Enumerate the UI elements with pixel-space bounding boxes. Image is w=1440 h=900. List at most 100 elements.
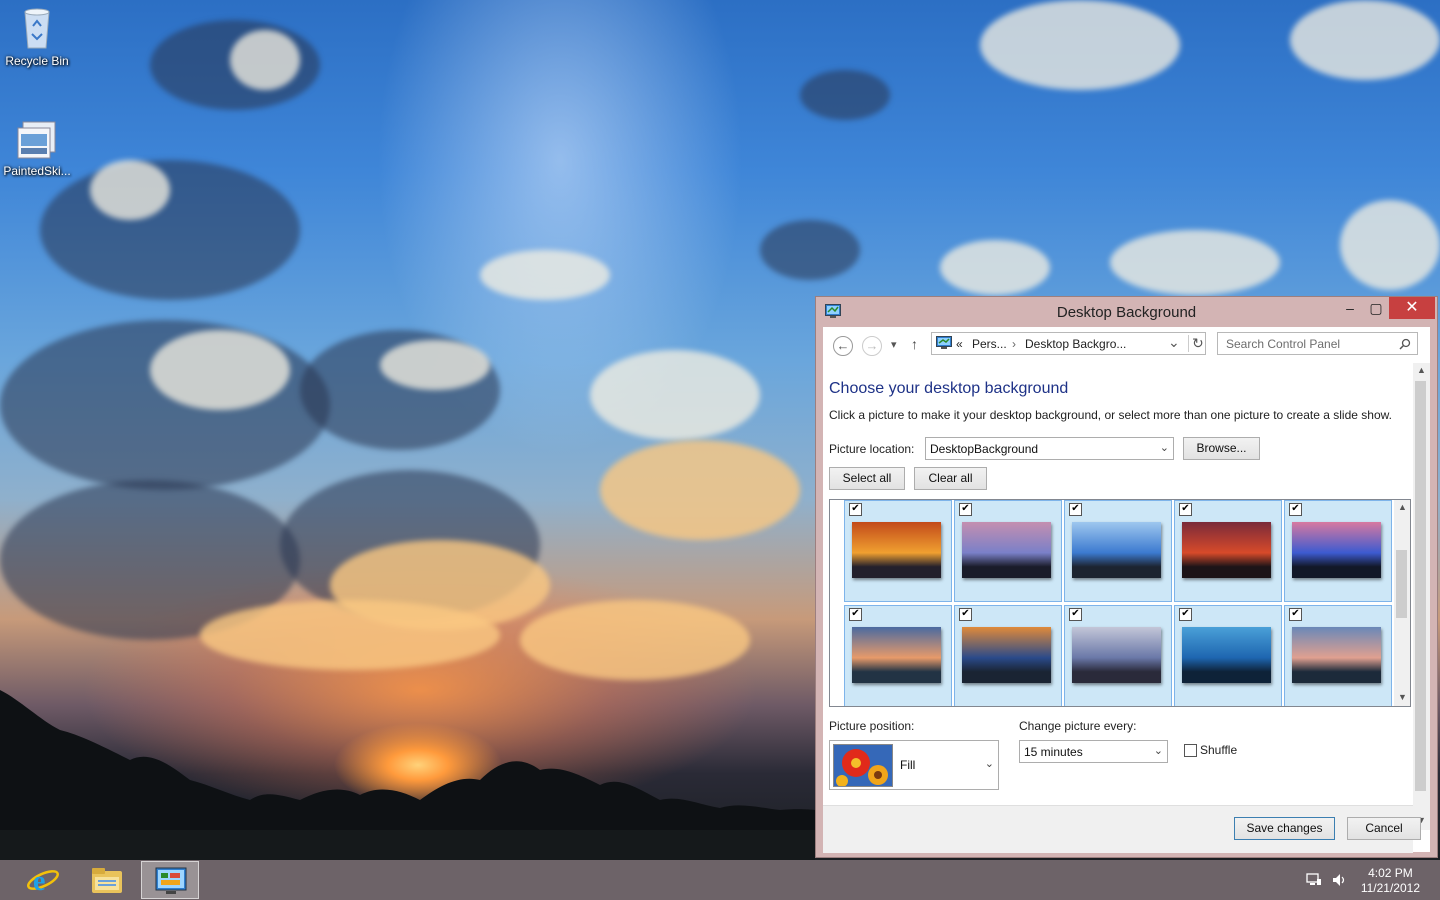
shuffle-checkbox[interactable] bbox=[1184, 744, 1197, 757]
thumbnail-tile[interactable]: ✔ bbox=[844, 605, 952, 706]
taskbar-file-explorer[interactable] bbox=[78, 861, 136, 899]
recycle-bin-icon bbox=[21, 6, 53, 50]
desktop-icon-painted-skies[interactable]: PaintedSki... bbox=[0, 120, 74, 178]
thumbnail-tile[interactable]: ✔ bbox=[844, 500, 952, 602]
breadcrumb-desktop-background[interactable]: Desktop Backgro... bbox=[1025, 337, 1126, 351]
thumbnail-image bbox=[852, 627, 941, 683]
chevron-down-icon: ⌄ bbox=[1153, 745, 1163, 757]
cancel-button[interactable]: Cancel bbox=[1347, 817, 1421, 840]
taskbar-internet-explorer[interactable]: e bbox=[14, 861, 72, 899]
thumbnail-checkbox[interactable]: ✔ bbox=[959, 608, 972, 621]
thumbnail-tile[interactable]: ✔ bbox=[1064, 605, 1172, 706]
thumbnail-tile[interactable]: ✔ bbox=[954, 605, 1062, 706]
cloud bbox=[200, 600, 500, 670]
clock-date: 11/21/2012 bbox=[1360, 881, 1420, 895]
back-button[interactable]: ← bbox=[833, 336, 853, 356]
thumbnail-image bbox=[1182, 627, 1271, 683]
page-description: Click a picture to make it your desktop … bbox=[829, 408, 1392, 422]
scroll-down-icon[interactable]: ▼ bbox=[1394, 692, 1410, 702]
cloud bbox=[520, 600, 750, 680]
thumbnail-checkbox[interactable]: ✔ bbox=[1289, 503, 1302, 516]
search-icon[interactable] bbox=[1399, 338, 1411, 353]
network-icon[interactable] bbox=[1306, 873, 1322, 887]
thumbnail-checkbox[interactable]: ✔ bbox=[1179, 608, 1192, 621]
minimize-button[interactable]: – bbox=[1337, 297, 1363, 319]
page-scrollbar[interactable]: ▲ ▼ bbox=[1413, 363, 1430, 830]
control-panel-icon bbox=[936, 336, 952, 350]
volume-icon[interactable] bbox=[1332, 873, 1346, 887]
thumbnail-tile[interactable]: ✔ bbox=[1064, 500, 1172, 602]
cloud bbox=[760, 220, 860, 280]
thumbnail-tile[interactable]: ✔ bbox=[1284, 605, 1392, 706]
cloud bbox=[590, 350, 760, 440]
browse-button[interactable]: Browse... bbox=[1183, 437, 1260, 460]
thumbnail-checkbox[interactable]: ✔ bbox=[959, 503, 972, 516]
clear-all-button[interactable]: Clear all bbox=[914, 467, 987, 490]
window-client-area: ← → ▾ ↑ « Pers... › Desktop Backgro... ⌄… bbox=[823, 327, 1430, 853]
control-panel-icon bbox=[154, 866, 188, 896]
cloud bbox=[800, 70, 890, 120]
maximize-button[interactable]: ▢ bbox=[1363, 297, 1389, 319]
picture-location-value: DesktopBackground bbox=[930, 442, 1039, 456]
gallery-scrollbar[interactable]: ▲ ▼ bbox=[1394, 500, 1410, 706]
thumbnail-tile[interactable]: ✔ bbox=[1174, 605, 1282, 706]
picture-position-label: Picture position: bbox=[829, 719, 915, 733]
breadcrumb-separator[interactable]: › bbox=[1012, 337, 1016, 351]
breadcrumb-personalization[interactable]: Pers... bbox=[972, 337, 1007, 351]
cloud bbox=[380, 340, 490, 390]
forward-button[interactable]: → bbox=[862, 336, 882, 356]
desktop-icon-label: Recycle Bin bbox=[5, 54, 69, 68]
cloud bbox=[1340, 200, 1440, 290]
cloud bbox=[40, 160, 300, 300]
thumbnail-checkbox[interactable]: ✔ bbox=[1069, 608, 1082, 621]
scrollbar-thumb[interactable] bbox=[1396, 550, 1407, 618]
thumbnail-image bbox=[1292, 627, 1381, 683]
thumbnail-checkbox[interactable]: ✔ bbox=[849, 503, 862, 516]
thumbnail-image bbox=[1072, 522, 1161, 578]
refresh-button[interactable]: ↻ bbox=[1188, 335, 1204, 352]
search-box[interactable]: Search Control Panel bbox=[1217, 332, 1418, 355]
picture-gallery: ✔ ✔ ✔ ✔ ✔ ✔ ✔ ✔ ✔ ✔ ▲ ▼ bbox=[829, 499, 1411, 707]
chevron-down-icon: ⌄ bbox=[984, 758, 994, 770]
cloud bbox=[480, 250, 610, 300]
thumbnail-checkbox[interactable]: ✔ bbox=[1289, 608, 1302, 621]
thumbnail-checkbox[interactable]: ✔ bbox=[1179, 503, 1192, 516]
thumbnail-checkbox[interactable]: ✔ bbox=[1069, 503, 1082, 516]
desktop-icon-label: PaintedSki... bbox=[3, 164, 71, 178]
title-bar[interactable]: Desktop Background – ▢ ✕ bbox=[816, 297, 1437, 327]
cloud bbox=[90, 160, 170, 220]
thumbnail-tile[interactable]: ✔ bbox=[1174, 500, 1282, 602]
scrollbar-thumb[interactable] bbox=[1415, 381, 1426, 791]
cloud bbox=[600, 440, 800, 540]
address-bar[interactable]: « Pers... › Desktop Backgro... ⌄ ↻ bbox=[931, 332, 1206, 355]
action-bar: Save changes Cancel bbox=[823, 805, 1421, 853]
close-button[interactable]: ✕ bbox=[1389, 297, 1435, 319]
navigation-bar: ← → ▾ ↑ « Pers... › Desktop Backgro... ⌄… bbox=[823, 327, 1430, 363]
thumbnail-image bbox=[1292, 522, 1381, 578]
change-picture-every-label: Change picture every: bbox=[1019, 719, 1137, 733]
select-all-button[interactable]: Select all bbox=[829, 467, 905, 490]
page-heading: Choose your desktop background bbox=[829, 380, 1069, 397]
system-clock[interactable]: 4:02 PM 11/21/2012 bbox=[1361, 866, 1420, 896]
thumbnail-tile[interactable]: ✔ bbox=[954, 500, 1062, 602]
scroll-up-icon[interactable]: ▲ bbox=[1413, 365, 1430, 375]
shuffle-label[interactable]: Shuffle bbox=[1200, 743, 1237, 757]
change-picture-interval-dropdown[interactable]: 15 minutes ⌄ bbox=[1019, 740, 1168, 763]
svg-text:e: e bbox=[33, 866, 45, 897]
recent-locations-dropdown[interactable]: ▾ bbox=[891, 338, 897, 351]
cloud bbox=[150, 330, 290, 410]
save-changes-button[interactable]: Save changes bbox=[1234, 817, 1335, 840]
thumbnail-tile[interactable]: ✔ bbox=[1284, 500, 1392, 602]
scroll-up-icon[interactable]: ▲ bbox=[1394, 502, 1410, 512]
search-input[interactable]: Search Control Panel bbox=[1226, 337, 1340, 351]
cloud bbox=[1110, 230, 1280, 295]
up-button[interactable]: ↑ bbox=[911, 336, 918, 352]
internet-explorer-icon: e bbox=[26, 863, 60, 897]
picture-position-dropdown[interactable]: Fill ⌄ bbox=[829, 740, 999, 790]
desktop-icon-recycle-bin[interactable]: Recycle Bin bbox=[0, 6, 74, 68]
address-dropdown-icon[interactable]: ⌄ bbox=[1168, 334, 1180, 351]
cloud bbox=[1290, 0, 1440, 80]
thumbnail-checkbox[interactable]: ✔ bbox=[849, 608, 862, 621]
taskbar-control-panel[interactable] bbox=[141, 861, 199, 899]
picture-location-dropdown[interactable]: DesktopBackground ⌄ bbox=[925, 437, 1174, 460]
